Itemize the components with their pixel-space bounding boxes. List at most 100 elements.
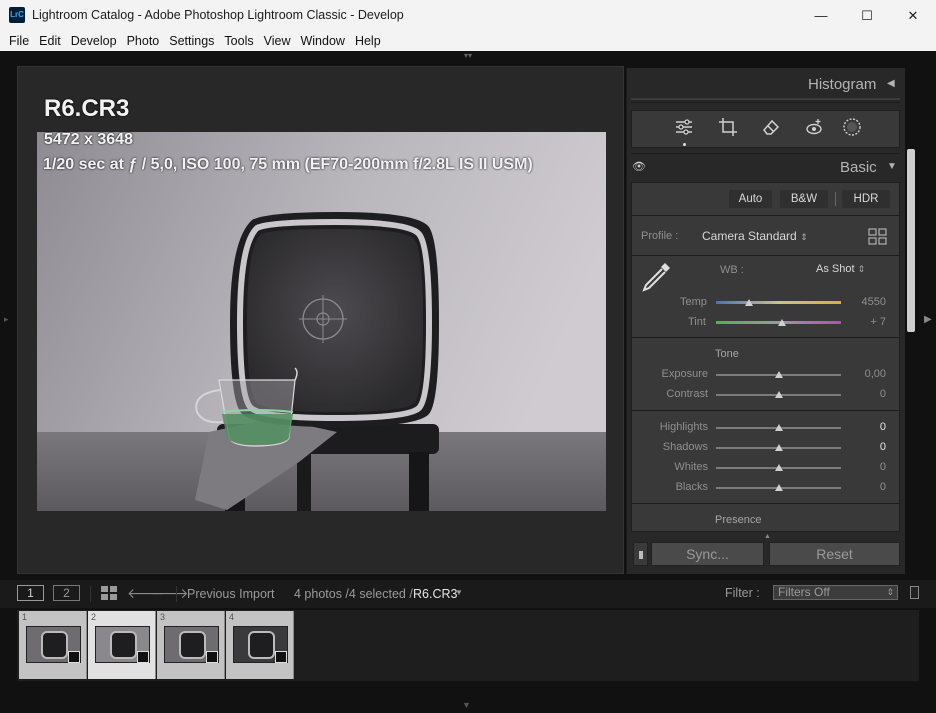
red-eye-icon[interactable] xyxy=(803,117,825,142)
highlights-slider-thumb[interactable] xyxy=(774,424,783,431)
exposure-slider-thumb[interactable] xyxy=(774,371,783,378)
profile-browser-grid-icon[interactable] xyxy=(868,228,887,250)
exposure-value[interactable]: 0,00 xyxy=(846,368,886,380)
filter-stepper-icon: ⇕ xyxy=(886,587,894,597)
crop-glyph xyxy=(719,118,737,136)
histogram-collapse-icon[interactable]: ◀ xyxy=(887,78,895,89)
close-button[interactable]: ✕ xyxy=(890,0,936,31)
filmstrip-thumbnail[interactable]: 4 xyxy=(226,611,294,679)
filmstrip-thumbnail[interactable]: 3 xyxy=(157,611,225,679)
panel-divider xyxy=(632,215,899,216)
thumbnail-index: 4 xyxy=(229,612,235,622)
menu-develop[interactable]: Develop xyxy=(66,34,122,48)
menu-bar: File Edit Develop Photo Settings Tools V… xyxy=(0,31,936,51)
menu-photo[interactable]: Photo xyxy=(122,34,165,48)
wb-stepper-icon: ⇕ xyxy=(857,264,866,274)
left-panel-toggle-icon[interactable]: ▸ xyxy=(4,314,9,325)
contrast-value[interactable]: 0 xyxy=(846,388,886,400)
tint-value[interactable]: + 7 xyxy=(846,316,886,328)
filter-select[interactable]: Filters Off ⇕ xyxy=(773,585,898,600)
filter-lock-switch[interactable] xyxy=(910,586,919,599)
blacks-slider-thumb[interactable] xyxy=(774,484,783,491)
minimize-button[interactable]: — xyxy=(798,0,844,31)
right-panel-scrollbar[interactable] xyxy=(907,149,915,332)
expand-toggle-icon[interactable]: ▲ xyxy=(764,533,771,540)
eraser-glyph xyxy=(763,119,780,135)
edit-sliders-icon[interactable] xyxy=(673,117,695,142)
panel-divider xyxy=(631,153,900,154)
grid-view-icon[interactable] xyxy=(101,586,117,605)
thumbnail-index: 2 xyxy=(91,612,97,622)
profile-stepper-icon: ⇕ xyxy=(800,232,808,242)
filter-value: Filters Off xyxy=(778,585,830,599)
highlights-value[interactable]: 0 xyxy=(846,421,886,433)
develop-badge-icon xyxy=(137,651,149,663)
menu-tools[interactable]: Tools xyxy=(219,34,258,48)
tint-slider-thumb[interactable] xyxy=(778,319,787,326)
shadows-value[interactable]: 0 xyxy=(846,441,886,453)
wb-select[interactable]: As Shot ⇕ xyxy=(816,263,865,275)
masking-icon[interactable] xyxy=(841,117,863,142)
wb-eyedropper-icon[interactable] xyxy=(640,259,674,298)
menu-window[interactable]: Window xyxy=(295,34,349,48)
auto-button[interactable]: Auto xyxy=(729,190,772,208)
contrast-label: Contrast xyxy=(666,388,708,400)
bw-button[interactable]: B&W xyxy=(780,190,828,208)
menu-help[interactable]: Help xyxy=(350,34,386,48)
whites-label: Whites xyxy=(674,461,708,473)
temp-slider-track[interactable] xyxy=(716,301,841,304)
photo-preview[interactable] xyxy=(37,132,606,511)
basic-collapse-icon[interactable]: ▼ xyxy=(887,161,897,172)
toolbar-divider xyxy=(90,586,91,602)
grid-glyph xyxy=(868,228,887,245)
histogram-area xyxy=(631,98,900,103)
masking-glyph xyxy=(843,118,861,136)
whites-value[interactable]: 0 xyxy=(846,461,886,473)
profile-select[interactable]: Camera Standard ⇕ xyxy=(702,229,808,243)
window-title: Lightroom Catalog - Adobe Photoshop Ligh… xyxy=(32,8,404,22)
panel-divider xyxy=(632,503,899,504)
panel-divider xyxy=(632,337,899,338)
menu-settings[interactable]: Settings xyxy=(164,34,219,48)
panel-visibility-eye-icon[interactable]: 👁 xyxy=(632,160,646,173)
active-tool-indicator xyxy=(683,143,686,146)
filter-label: Filter : xyxy=(725,586,760,600)
temp-value[interactable]: 4550 xyxy=(846,296,886,308)
sync-button[interactable]: Sync... xyxy=(651,542,764,566)
histogram-header[interactable]: Histogram xyxy=(808,76,876,93)
hdr-button[interactable]: HDR xyxy=(842,190,890,208)
profile-value: Camera Standard xyxy=(702,229,797,243)
top-panel-toggle-icon[interactable]: ▾▾ xyxy=(462,52,474,60)
grid-glyph xyxy=(101,586,117,600)
eyedropper-glyph xyxy=(642,263,670,292)
filmstrip-thumbnail[interactable]: 2 xyxy=(88,611,156,679)
maximize-button[interactable]: ☐ xyxy=(844,0,890,31)
shadows-slider-thumb[interactable] xyxy=(774,444,783,451)
overlay-exposure-info: 1/20 sec at ƒ / 5,0, ISO 100, 75 mm (EF7… xyxy=(43,156,533,173)
blacks-value[interactable]: 0 xyxy=(846,481,886,493)
menu-file[interactable]: File xyxy=(4,34,34,48)
basic-panel-header[interactable]: Basic xyxy=(840,159,877,176)
filmstrip-thumbnail[interactable]: 1 xyxy=(19,611,87,679)
selection-count: 4 photos /4 selected / xyxy=(294,587,413,601)
shadows-label: Shadows xyxy=(662,441,708,453)
thumbnail-index: 1 xyxy=(22,612,28,622)
crop-icon[interactable] xyxy=(717,117,739,142)
primary-window-button[interactable]: 1 xyxy=(17,585,44,601)
file-menu-chevron-icon[interactable]: ▼ xyxy=(455,588,463,597)
auto-sync-switch[interactable] xyxy=(633,542,648,566)
contrast-slider-thumb[interactable] xyxy=(774,391,783,398)
next-arrow-icon[interactable]: 🡒 xyxy=(151,585,189,602)
wb-value: As Shot xyxy=(816,263,855,275)
source-label[interactable]: Previous Import xyxy=(187,587,275,601)
reset-button[interactable]: Reset xyxy=(769,542,900,566)
healing-eraser-icon[interactable] xyxy=(760,117,782,142)
temp-slider-thumb[interactable] xyxy=(744,299,753,306)
menu-view[interactable]: View xyxy=(259,34,296,48)
menu-edit[interactable]: Edit xyxy=(34,34,66,48)
current-file-label[interactable]: R6.CR3 xyxy=(413,587,457,601)
whites-slider-thumb[interactable] xyxy=(774,464,783,471)
bottom-panel-toggle-icon[interactable]: ▼ xyxy=(462,700,471,710)
right-panel-toggle-icon[interactable]: ▶ xyxy=(924,314,932,325)
secondary-window-button[interactable]: 2 xyxy=(53,585,80,601)
